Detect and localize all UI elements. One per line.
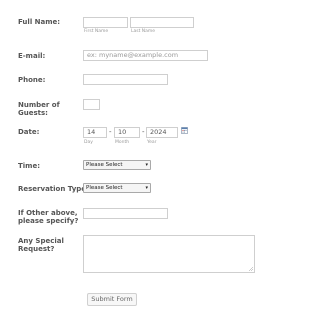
special-request-label-line1: Any Special: [18, 237, 64, 245]
resize-grip-icon[interactable]: [249, 267, 253, 271]
special-request-label-line2: Request?: [18, 245, 55, 253]
date-year-sublabel: Year: [147, 140, 157, 145]
date-day-input[interactable]: 14: [83, 127, 107, 138]
guests-label: Number of Guests:: [18, 101, 60, 117]
other-label: If Other above, please specify?: [18, 209, 78, 225]
first-name-input[interactable]: [83, 17, 128, 28]
time-label: Time:: [18, 162, 41, 170]
other-label-line1: If Other above,: [18, 209, 78, 217]
time-select[interactable]: Please Select ▾: [83, 160, 151, 170]
guests-input[interactable]: [83, 99, 100, 110]
special-request-label: Any Special Request?: [18, 237, 64, 253]
date-separator: -: [142, 128, 145, 136]
reservation-type-label: Reservation Type:: [18, 185, 89, 193]
email-label: E-mail:: [18, 52, 46, 60]
date-month-input[interactable]: 10: [114, 127, 140, 138]
special-request-textarea[interactable]: [83, 235, 255, 273]
chevron-down-icon: ▾: [145, 162, 148, 168]
reservation-type-select[interactable]: Please Select ▾: [83, 183, 151, 193]
guests-label-line1: Number of: [18, 101, 60, 109]
date-year-input[interactable]: 2024: [146, 127, 178, 138]
time-select-value: Please Select: [86, 162, 123, 168]
full-name-label: Full Name:: [18, 18, 61, 26]
reservation-type-select-value: Please Select: [86, 185, 123, 191]
chevron-down-icon: ▾: [145, 185, 148, 191]
date-month-sublabel: Month: [115, 140, 130, 145]
email-input[interactable]: ex: myname@example.com: [83, 50, 208, 61]
submit-button[interactable]: Submit Form: [87, 293, 137, 306]
other-specify-input[interactable]: [83, 208, 168, 219]
other-label-line2: please specify?: [18, 217, 79, 225]
first-name-sublabel: First Name: [84, 29, 109, 34]
date-separator: -: [109, 128, 112, 136]
last-name-input[interactable]: [130, 17, 194, 28]
last-name-sublabel: Last Name: [131, 29, 156, 34]
guests-label-line2: Guests:: [18, 109, 48, 117]
phone-input[interactable]: [83, 74, 168, 85]
date-label: Date:: [18, 128, 40, 136]
date-day-sublabel: Day: [84, 140, 93, 145]
calendar-icon[interactable]: [181, 127, 188, 134]
phone-label: Phone:: [18, 76, 46, 84]
